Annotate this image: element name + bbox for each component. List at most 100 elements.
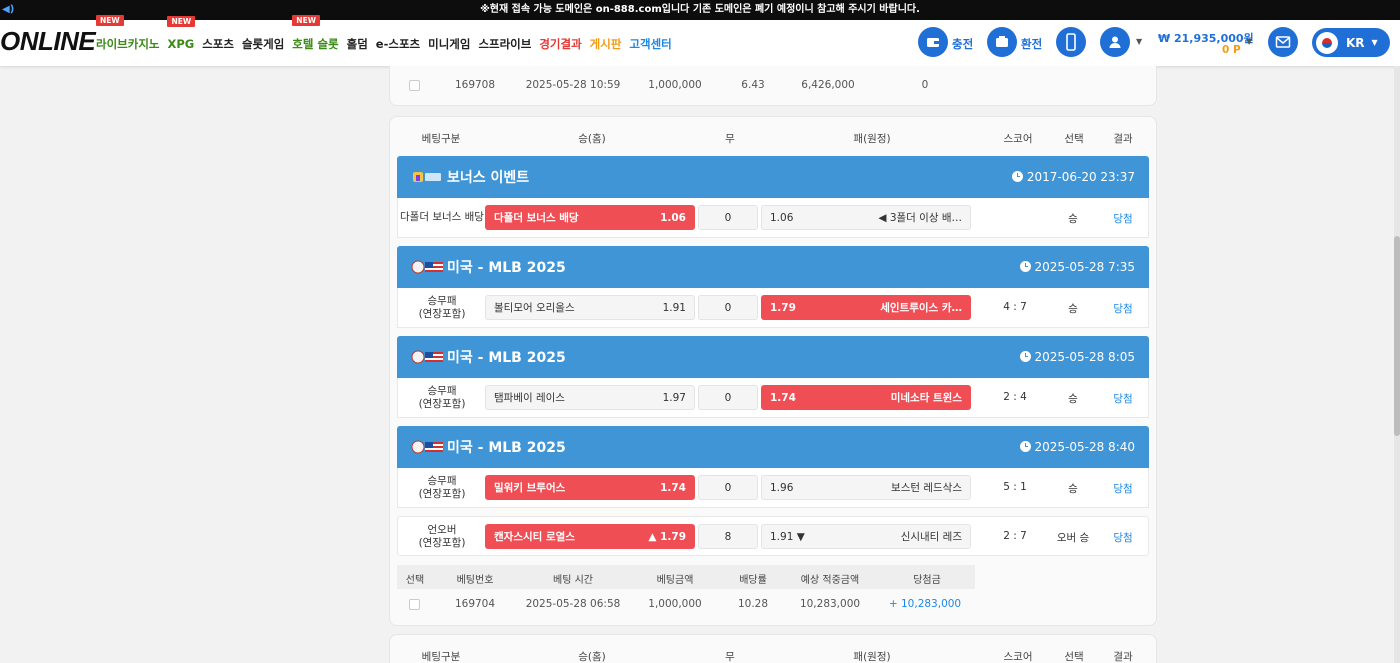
away-team: 보스턴 레드삭스: [891, 482, 962, 494]
draw-option-button[interactable]: 8: [698, 524, 758, 549]
away-odds: 1.06: [770, 211, 794, 224]
new-badge: NEW: [292, 15, 320, 26]
clock-icon: [1019, 261, 1031, 272]
away-team: 신시내티 레즈: [900, 531, 962, 543]
away-option-button[interactable]: 1.74 미네소타 트윈스: [761, 385, 971, 410]
away-odds: 1.74: [770, 391, 796, 404]
score: 2 : 7: [1003, 530, 1027, 542]
column-draw: 무: [725, 133, 735, 145]
withdraw-icon[interactable]: [987, 27, 1017, 57]
select-checkbox[interactable]: [409, 599, 420, 610]
scrollbar[interactable]: [1394, 66, 1400, 663]
away-team: 미네소타 트윈스: [890, 392, 962, 404]
home-option-button[interactable]: 볼티모어 오리올스 1.91: [485, 295, 695, 320]
bet-row: 승무패 (연장포함) 탬파베이 레이스 1.97 0 1.74 미네소타 트윈스 2 : 4…: [397, 378, 1149, 418]
bet-time: 2025-05-28 10:59: [525, 79, 621, 91]
scrollbar-thumb[interactable]: [1394, 236, 1400, 436]
result: 당첨: [1113, 393, 1133, 405]
draw-option-button[interactable]: 0: [698, 475, 758, 500]
points: 0 P: [1222, 44, 1241, 56]
chevron-down-icon[interactable]: ▼: [1136, 37, 1142, 46]
away-odds: 1.91 ▼: [770, 530, 805, 543]
bet-odds: 6.43: [741, 79, 765, 91]
draw-odds: 8: [724, 530, 732, 543]
bet-win: 0: [921, 79, 929, 91]
home-option-button[interactable]: 다폴더 보너스 배당 1.06: [485, 205, 695, 230]
home-odds: 1.97: [662, 391, 686, 404]
deposit-icon[interactable]: [918, 27, 948, 57]
nav-item[interactable]: 스프라이브: [478, 34, 531, 52]
column-score: 스코어: [1003, 651, 1033, 663]
home-option-button[interactable]: 밀워키 브루어스 1.74: [485, 475, 695, 500]
bet-win: + 10,283,000: [888, 598, 962, 610]
chevron-down-icon[interactable]: ▼: [1246, 37, 1252, 46]
match-time: 2025-05-28 8:05: [1019, 350, 1135, 364]
bonus-icon: [411, 170, 443, 184]
nav-item[interactable]: 경기결과: [539, 34, 581, 52]
main-nav: NEW 라이브카지노 NEW XPG 스포츠 슬롯게임 NEW 호텔 슬롯 홀덤 e-스포츠 미니게…: [92, 15, 676, 66]
score: 5 : 1: [1003, 481, 1027, 493]
nav-item[interactable]: 미니게임: [428, 34, 470, 52]
nav-item-label: 고객센터: [629, 37, 672, 51]
draw-option-button[interactable]: 0: [698, 205, 758, 230]
away-option-button[interactable]: 1.91 ▼ 신시내티 레즈: [761, 524, 971, 549]
user-icon[interactable]: [1100, 27, 1130, 57]
detail-col-win: 당첨금: [913, 575, 941, 586]
score: 2 : 4: [1003, 391, 1027, 403]
nav-item[interactable]: 고객센터: [629, 34, 671, 52]
withdraw-button[interactable]: 환전: [1021, 36, 1042, 52]
bet-row: 다폴더 보너스 배당 다폴더 보너스 배당 1.06 0 1.06 ◀ 3폴더 이상 배……: [397, 198, 1149, 238]
nav-item[interactable]: 게시판: [590, 34, 622, 52]
baseball-usa-icon: [411, 260, 443, 274]
league-name: 미국 - MLB 2025: [447, 260, 566, 276]
clock-icon: [1019, 441, 1031, 452]
column-away: 패(원정): [853, 133, 891, 145]
away-option-button[interactable]: 1.79 세인트루이스 카…: [761, 295, 971, 320]
league-name: 미국 - MLB 2025: [447, 440, 566, 456]
away-team: ◀ 3폴더 이상 배…: [878, 212, 962, 224]
bet-time: 2025-05-28 06:58: [525, 598, 621, 610]
match-time-value: 2025-05-28 7:35: [1034, 260, 1136, 274]
column-away: 패(원정): [853, 651, 891, 663]
logo[interactable]: ONLINE: [0, 26, 96, 57]
home-team: 다폴더 보너스 배당: [494, 212, 579, 224]
column-result: 결과: [1113, 651, 1133, 663]
home-option-button[interactable]: 탬파베이 레이스 1.97: [485, 385, 695, 410]
mail-icon[interactable]: [1268, 27, 1298, 57]
match-time: 2017-06-20 23:37: [1011, 170, 1135, 184]
draw-option-button[interactable]: 0: [698, 385, 758, 410]
nav-item[interactable]: NEW XPG: [167, 16, 196, 51]
nav-item[interactable]: NEW 라이브카지노: [96, 15, 159, 52]
nav-item[interactable]: 스포츠: [202, 34, 234, 52]
league-name: 미국 - MLB 2025: [447, 350, 566, 366]
korea-flag-icon: [1316, 31, 1338, 54]
deposit-button[interactable]: 충전: [952, 36, 973, 52]
pick: 승: [1068, 303, 1078, 315]
detail-col-select: 선택: [405, 575, 425, 586]
header: ONLINE NEW 라이브카지노 NEW XPG 스포츠 슬롯게임 NEW 호텔 슬롯 홀덤 e…: [0, 15, 1400, 66]
baseball-usa-icon: [411, 440, 443, 454]
nav-item[interactable]: e-스포츠: [376, 34, 420, 52]
home-odds: 1.74: [660, 481, 686, 494]
nav-item[interactable]: 홀덤: [347, 34, 368, 52]
nav-item[interactable]: NEW 호텔 슬롯: [292, 15, 339, 52]
away-option-button[interactable]: 1.06 ◀ 3폴더 이상 배…: [761, 205, 971, 230]
home-team: 캔자스시티 로열스: [494, 531, 575, 543]
nav-item-label: XPG: [167, 37, 195, 51]
select-checkbox[interactable]: [409, 80, 420, 91]
detail-col-id: 베팅번호: [456, 575, 494, 586]
away-team: 세인트루이스 카…: [880, 302, 962, 314]
home-option-button[interactable]: 캔자스시티 로열스 ▲ 1.79: [485, 524, 695, 549]
new-badge: NEW: [96, 15, 124, 26]
detail-col-odds: 배당률: [739, 575, 767, 586]
bet-expected: 6,426,000: [801, 79, 855, 91]
league-header: 미국 - MLB 2025 2025-05-28 8:40: [397, 426, 1149, 468]
column-type: 베팅구분: [421, 651, 461, 663]
draw-option-button[interactable]: 0: [698, 295, 758, 320]
mobile-icon[interactable]: [1056, 27, 1086, 57]
away-option-button[interactable]: 1.96 보스턴 레드삭스: [761, 475, 971, 500]
language-selector[interactable]: KR ▼: [1312, 28, 1390, 57]
nav-item-label: 경기결과: [539, 37, 582, 51]
nav-item[interactable]: 슬롯게임: [242, 34, 284, 52]
detail-col-expected: 예상 적중금액: [800, 575, 860, 586]
